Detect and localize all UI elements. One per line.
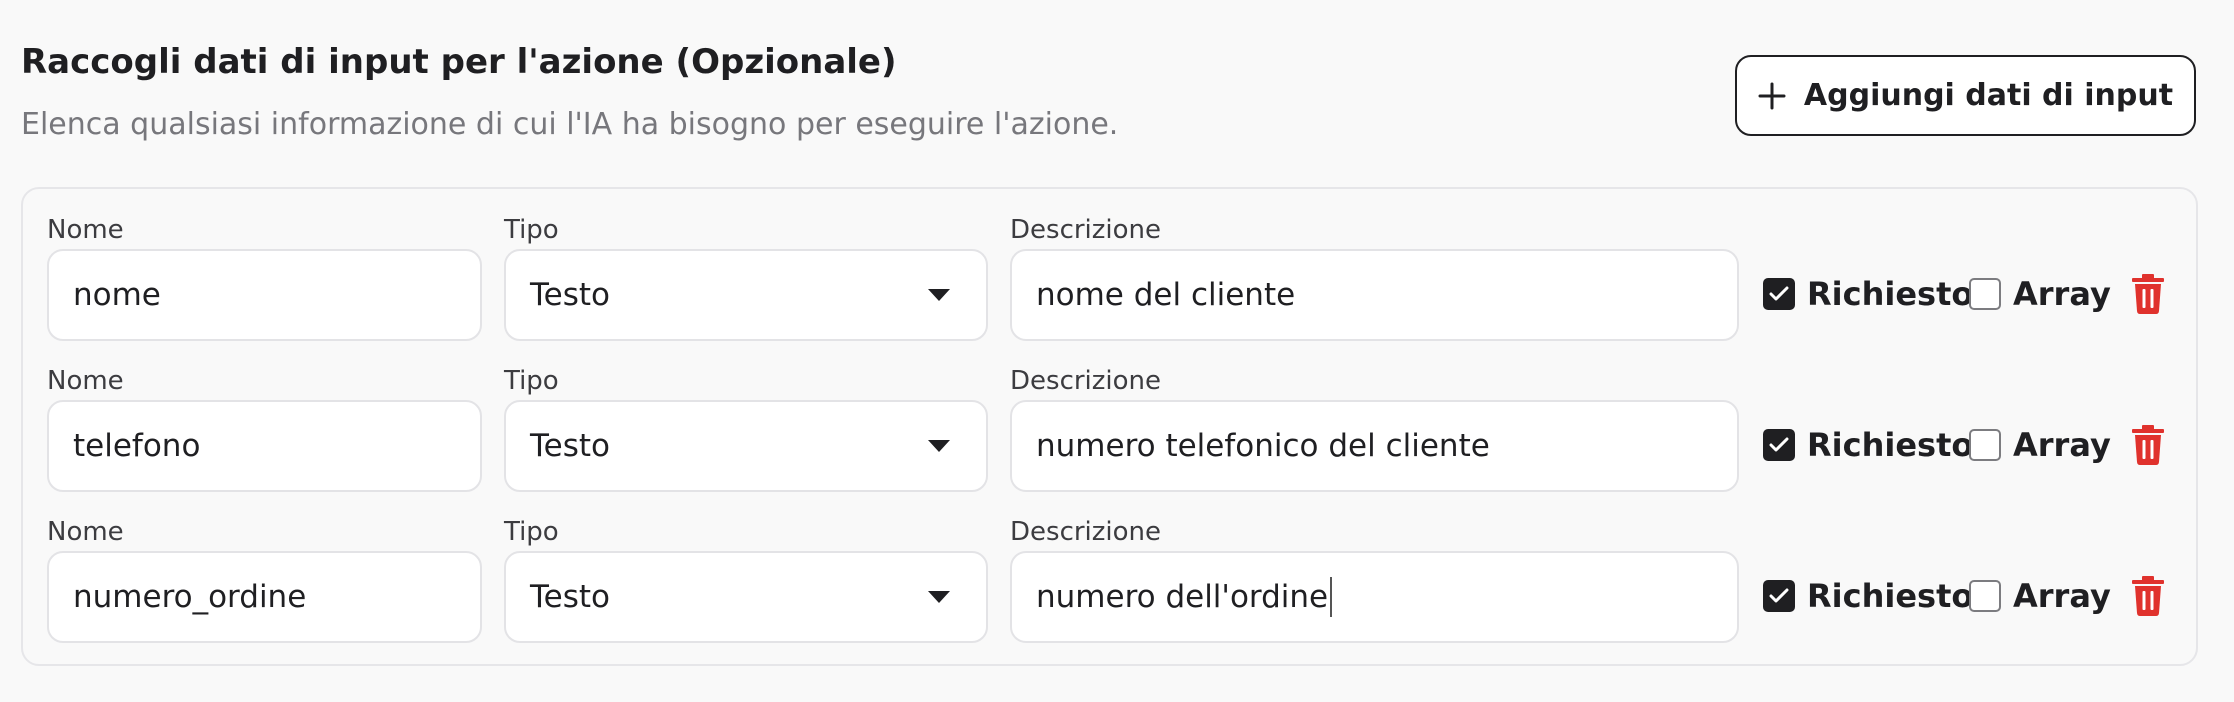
name-label: Nome xyxy=(47,366,124,396)
array-label: Array xyxy=(2013,577,2111,615)
add-input-data-label: Aggiungi dati di input xyxy=(1803,78,2174,113)
description-label: Descrizione xyxy=(1010,215,1162,245)
input-field-row: Nome telefono Tipo Testo Descrizione num… xyxy=(23,340,2196,492)
name-input[interactable]: telefono xyxy=(47,400,482,492)
description-value: nome del cliente xyxy=(1036,277,1296,313)
required-checkbox[interactable]: Richiesto xyxy=(1763,426,1973,464)
delete-row-button[interactable] xyxy=(2130,273,2166,315)
trash-icon xyxy=(2132,425,2164,465)
required-label: Richiesto xyxy=(1807,275,1974,313)
description-label: Descrizione xyxy=(1010,517,1162,547)
type-select[interactable]: Testo xyxy=(504,400,988,492)
name-input[interactable]: nome xyxy=(47,249,482,341)
type-label: Tipo xyxy=(504,366,559,396)
checkbox-unchecked-icon xyxy=(1969,580,2001,612)
delete-row-button[interactable] xyxy=(2130,424,2166,466)
type-value: Testo xyxy=(530,277,611,313)
delete-row-button[interactable] xyxy=(2130,575,2166,617)
description-input[interactable]: nome del cliente xyxy=(1010,249,1739,341)
type-select[interactable]: Testo xyxy=(504,249,988,341)
caret-down-icon xyxy=(928,440,950,452)
array-label: Array xyxy=(2013,426,2111,464)
type-value: Testo xyxy=(530,579,611,615)
name-value: nome xyxy=(73,277,161,313)
checkbox-checked-icon xyxy=(1763,429,1795,461)
checkbox-unchecked-icon xyxy=(1969,429,2001,461)
array-label: Array xyxy=(2013,275,2111,313)
required-checkbox[interactable]: Richiesto xyxy=(1763,275,1973,313)
trash-icon xyxy=(2132,274,2164,314)
checkbox-checked-icon xyxy=(1763,580,1795,612)
checkbox-unchecked-icon xyxy=(1969,278,2001,310)
input-fields-panel: Nome nome Tipo Testo Descrizione nome de… xyxy=(21,187,2198,666)
plus-icon xyxy=(1758,82,1786,109)
type-value: Testo xyxy=(530,428,611,464)
input-data-section: Raccogli dati di input per l'azione (Opz… xyxy=(0,0,2234,702)
description-input[interactable]: numero dell'ordine xyxy=(1010,551,1739,643)
name-label: Nome xyxy=(47,215,124,245)
name-label: Nome xyxy=(47,517,124,547)
add-input-data-button[interactable]: Aggiungi dati di input xyxy=(1735,55,2196,136)
array-checkbox[interactable]: Array xyxy=(1969,577,2111,615)
description-value: numero dell'ordine xyxy=(1036,579,1329,615)
description-input[interactable]: numero telefonico del cliente xyxy=(1010,400,1739,492)
name-value: telefono xyxy=(73,428,201,464)
section-title: Raccogli dati di input per l'azione (Opz… xyxy=(21,42,897,82)
checkbox-checked-icon xyxy=(1763,278,1795,310)
required-label: Richiesto xyxy=(1807,577,1974,615)
description-value: numero telefonico del cliente xyxy=(1036,428,1490,464)
section-subtitle: Elenca qualsiasi informazione di cui l'I… xyxy=(21,107,1119,142)
type-select[interactable]: Testo xyxy=(504,551,988,643)
required-checkbox[interactable]: Richiesto xyxy=(1763,577,1973,615)
trash-icon xyxy=(2132,576,2164,616)
caret-down-icon xyxy=(928,289,950,301)
required-label: Richiesto xyxy=(1807,426,1974,464)
array-checkbox[interactable]: Array xyxy=(1969,275,2111,313)
type-label: Tipo xyxy=(504,517,559,547)
array-checkbox[interactable]: Array xyxy=(1969,426,2111,464)
name-value: numero_ordine xyxy=(73,579,307,615)
caret-down-icon xyxy=(928,591,950,603)
description-label: Descrizione xyxy=(1010,366,1162,396)
name-input[interactable]: numero_ordine xyxy=(47,551,482,643)
input-field-row: Nome numero_ordine Tipo Testo Descrizion… xyxy=(23,491,2196,643)
text-cursor xyxy=(1330,577,1333,617)
input-field-row: Nome nome Tipo Testo Descrizione nome de… xyxy=(23,189,2196,341)
type-label: Tipo xyxy=(504,215,559,245)
